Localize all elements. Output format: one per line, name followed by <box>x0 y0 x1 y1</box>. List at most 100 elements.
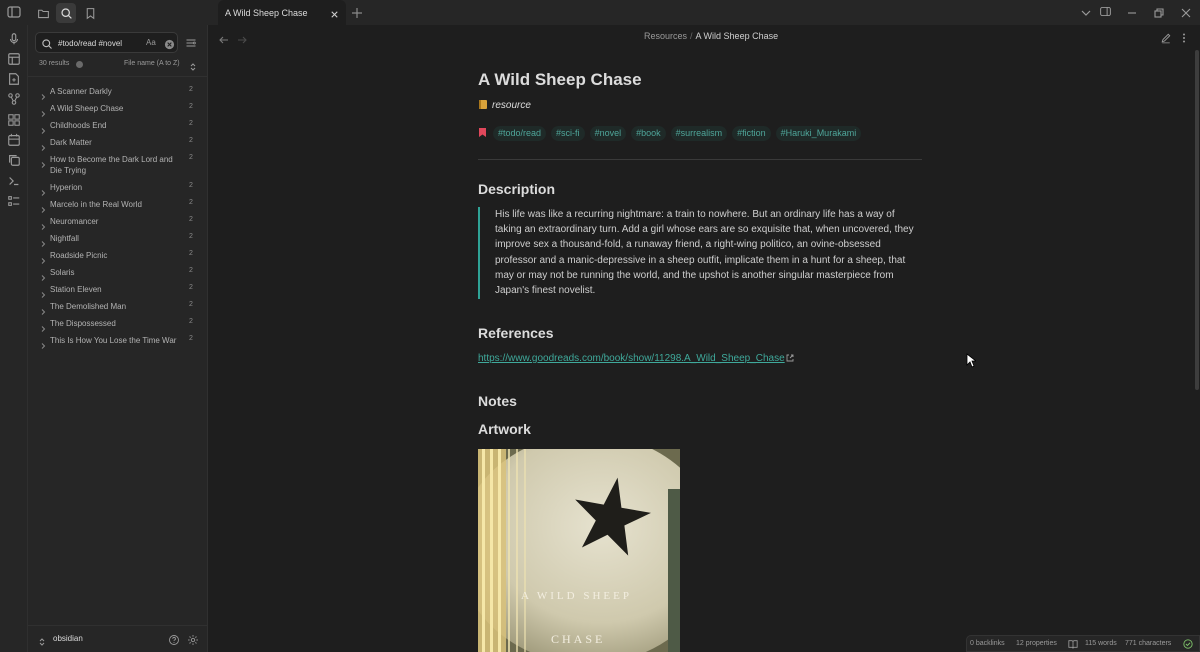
graph-icon[interactable] <box>7 92 21 106</box>
category-property: resource <box>478 99 531 111</box>
arrow-right-icon[interactable] <box>237 32 247 44</box>
description-text: His life was like a recurring nightmare:… <box>495 209 914 297</box>
result-count: 2 <box>189 182 193 189</box>
reference-url[interactable]: https://www.goodreads.com/book/show/1129… <box>478 353 785 364</box>
search-settings-icon[interactable] <box>185 36 197 48</box>
tag[interactable]: #Haruki_Murakami <box>775 126 862 141</box>
result-name: Nightfall <box>50 234 79 243</box>
chevron-right-icon[interactable] <box>39 156 47 168</box>
artwork-heading: Artwork <box>478 421 531 437</box>
tab-title: A Wild Sheep Chase <box>225 8 308 18</box>
sync-check-icon[interactable] <box>1183 639 1193 649</box>
search-box: Aa <box>35 32 178 53</box>
sort-dropdown[interactable]: File name (A to Z) <box>124 60 180 67</box>
note-tab[interactable]: A Wild Sheep Chase <box>218 0 346 25</box>
chevron-right-icon[interactable] <box>39 252 47 264</box>
result-count: 2 <box>189 250 193 257</box>
search-tab-icon[interactable] <box>56 3 76 23</box>
notes-heading: Notes <box>478 393 517 409</box>
window-close-icon[interactable] <box>1180 6 1192 18</box>
arrow-left-icon[interactable] <box>219 32 229 44</box>
new-note-icon[interactable] <box>7 72 21 86</box>
search-icon <box>41 37 53 49</box>
chevron-right-icon[interactable] <box>39 88 47 100</box>
chevron-right-icon[interactable] <box>39 201 47 213</box>
bookmark-icon <box>478 125 487 137</box>
result-name: Hyperion <box>50 183 83 192</box>
result-count: 2 <box>189 199 193 206</box>
chevron-right-icon[interactable] <box>39 286 47 298</box>
vault-name[interactable]: obsidian <box>53 634 83 643</box>
sidebar-toggle-icon[interactable] <box>6 4 22 20</box>
results-info-icon[interactable] <box>76 61 83 68</box>
more-options-icon[interactable] <box>1180 31 1188 43</box>
files-tab-icon[interactable] <box>33 3 53 23</box>
result-name: Dark Matter <box>50 138 92 147</box>
page-title: A Wild Sheep Chase <box>478 70 642 89</box>
canvas-icon[interactable] <box>7 113 21 127</box>
chevron-right-icon[interactable] <box>39 320 47 332</box>
search-input[interactable] <box>58 36 138 50</box>
chevron-right-icon[interactable] <box>39 139 47 151</box>
character-count: 771 characters <box>1125 640 1172 647</box>
clear-search-icon[interactable] <box>164 37 175 50</box>
result-count: 2 <box>189 284 193 291</box>
bookmarks-tab-icon[interactable] <box>80 3 100 23</box>
result-name: A Wild Sheep Chase <box>50 104 124 113</box>
chevron-right-icon[interactable] <box>39 218 47 230</box>
tasks-list-icon[interactable] <box>7 194 21 208</box>
chevron-right-icon[interactable] <box>39 235 47 247</box>
chevron-up-down-icon[interactable] <box>38 634 46 646</box>
breadcrumb-folder[interactable]: Resources <box>644 31 687 41</box>
gear-icon[interactable] <box>187 633 199 645</box>
chevron-right-icon[interactable] <box>39 269 47 281</box>
chevron-right-icon[interactable] <box>39 303 47 315</box>
result-count: 2 <box>189 233 193 240</box>
match-case-button[interactable]: Aa <box>146 38 156 47</box>
properties-count[interactable]: 12 properties <box>1016 640 1057 647</box>
tag[interactable]: #novel <box>589 126 627 141</box>
tag[interactable]: #book <box>631 126 666 141</box>
right-sidebar-toggle-icon[interactable] <box>1099 5 1112 18</box>
result-name: A Scanner Darkly <box>50 87 112 96</box>
pencil-icon[interactable] <box>1160 31 1172 44</box>
chevron-right-icon[interactable] <box>39 105 47 117</box>
divider <box>28 76 207 77</box>
tag[interactable]: #todo/read <box>493 126 547 141</box>
breadcrumb-note[interactable]: A Wild Sheep Chase <box>696 31 779 41</box>
chevron-up-down-icon[interactable] <box>189 59 197 71</box>
status-bar: 0 backlinks 12 properties 115 words 771 … <box>966 635 1200 652</box>
chevron-right-icon[interactable] <box>39 122 47 134</box>
vault-switcher[interactable]: obsidian <box>28 625 207 652</box>
result-count: 2 <box>189 267 193 274</box>
help-icon[interactable] <box>168 633 180 645</box>
result-name: Childhoods End <box>50 121 107 130</box>
layout-icon[interactable] <box>7 52 21 66</box>
chevron-right-icon[interactable] <box>39 184 47 196</box>
minimize-icon[interactable] <box>1126 6 1138 18</box>
references-heading: References <box>478 325 554 341</box>
scrollbar[interactable] <box>1195 50 1199 390</box>
category-value: resource <box>492 100 531 111</box>
chevron-down-icon[interactable] <box>1080 6 1092 18</box>
tag[interactable]: #fiction <box>732 126 771 141</box>
tag[interactable]: #surrealism <box>670 126 728 141</box>
close-icon[interactable] <box>329 7 340 18</box>
book-cover-image: A WILD SHEEP CHASE <box>478 449 680 652</box>
result-count: 2 <box>189 120 193 127</box>
tag[interactable]: #sci-fi <box>551 126 585 141</box>
microphone-icon[interactable] <box>7 32 21 46</box>
result-name: Neuromancer <box>50 217 99 226</box>
result-count: 2 <box>189 318 193 325</box>
terminal-icon[interactable] <box>7 174 21 188</box>
reference-link[interactable]: https://www.goodreads.com/book/show/1129… <box>478 353 794 364</box>
reading-mode-icon[interactable] <box>1068 639 1078 649</box>
chevron-right-icon[interactable] <box>39 337 47 349</box>
plus-icon[interactable] <box>351 6 363 18</box>
search-sidebar: Aa 30 results File name (A to Z) A Scann… <box>28 25 208 652</box>
copy-icon[interactable] <box>7 153 21 167</box>
backlinks-count[interactable]: 0 backlinks <box>970 640 1005 647</box>
calendar-icon[interactable] <box>7 133 21 147</box>
result-count: 2 <box>189 301 193 308</box>
restore-icon[interactable] <box>1153 6 1165 18</box>
